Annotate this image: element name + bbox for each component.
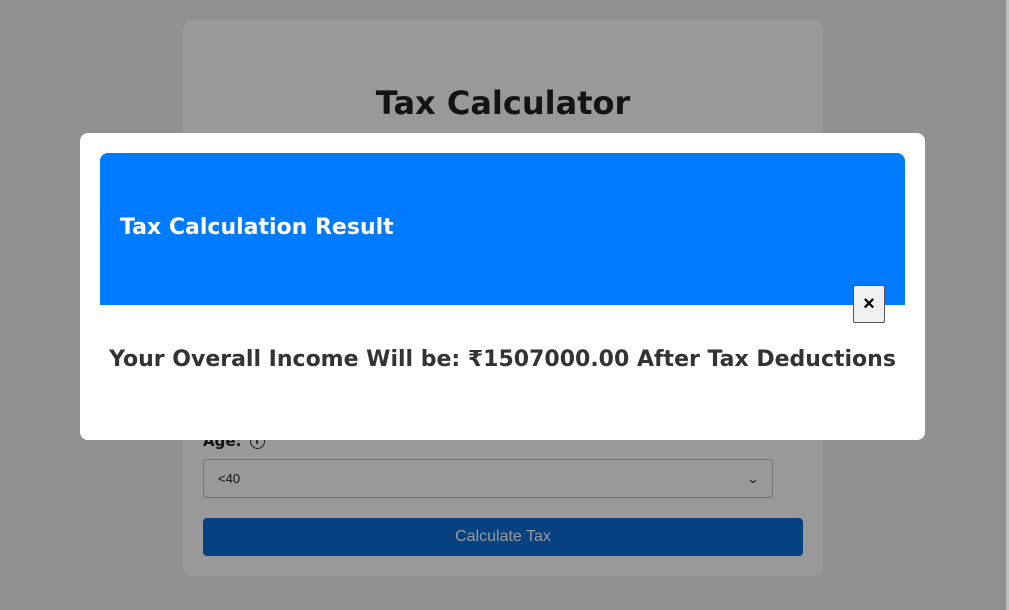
close-icon: ×: [863, 292, 875, 315]
modal-header: Tax Calculation Result: [100, 153, 905, 305]
close-button[interactable]: ×: [853, 285, 885, 323]
modal-title: Tax Calculation Result: [120, 215, 394, 240]
result-modal: Tax Calculation Result × Your Overall In…: [80, 133, 925, 440]
page: Tax Calculator Age: i <40 ⌄ Calculate Ta…: [0, 0, 1009, 610]
result-text: Your Overall Income Will be: ₹1507000.00…: [109, 347, 896, 372]
